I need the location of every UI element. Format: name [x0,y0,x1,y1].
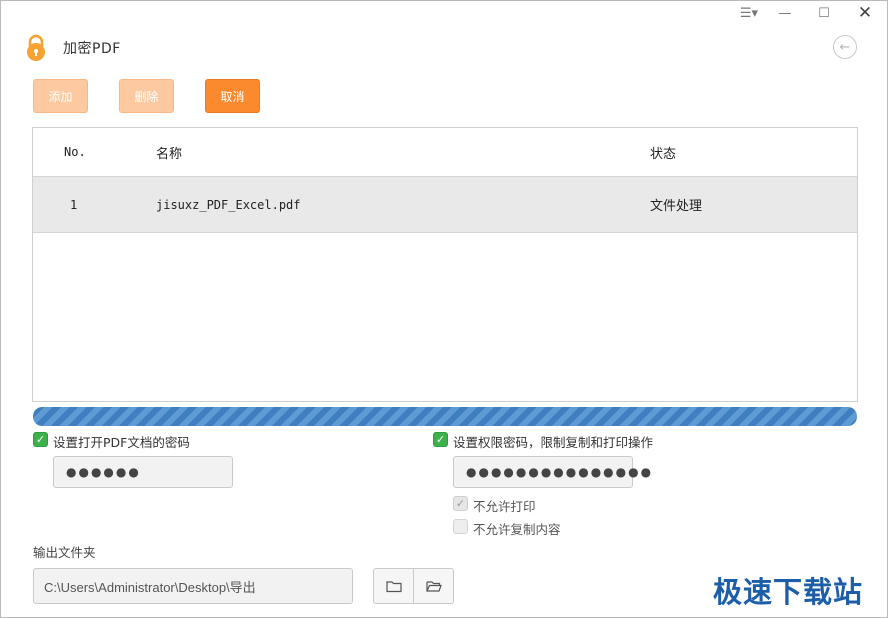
column-header-status: 状态 [650,146,677,162]
progress-fill [33,407,857,426]
browse-folder-button[interactable] [373,568,414,604]
open-password-label: 设置打开PDF文档的密码 [53,435,190,450]
app-title: 加密PDF [63,41,121,57]
close-button[interactable]: ✕ [851,3,879,23]
row-no: 1 [70,197,78,212]
folder-open-icon [425,581,442,592]
folder-icon [385,581,402,593]
table-row[interactable]: 1 jisuxz_PDF_Excel.pdf 文件处理 [33,177,857,233]
arrow-left-icon: ← [839,39,851,55]
menu-icon[interactable]: ☰▾ [734,3,764,23]
output-path-field[interactable]: C:\Users\Administrator\Desktop\导出 [33,568,353,604]
permission-password-label: 设置权限密码，限制复制和打印操作 [453,435,654,450]
app-window: ☰▾ — ☐ ✕ 加密PDF ← 添加 删除 取消 No. 名称 状态 1 ji… [0,0,888,618]
permission-password-field[interactable]: ●●●●●●●●●●●●●●● [453,456,651,488]
progress-bar [33,407,857,426]
no-copy-label: 不允许复制内容 [473,522,561,537]
file-table: No. 名称 状态 1 jisuxz_PDF_Excel.pdf 文件处理 [32,127,858,402]
add-button[interactable]: 添加 [33,79,88,113]
table-header: No. 名称 状态 [33,128,857,177]
open-password-field[interactable]: ●●●●●● [53,456,233,488]
no-copy-checkbox[interactable] [453,519,468,534]
row-file-name: jisuxz_PDF_Excel.pdf [156,197,301,212]
no-print-label: 不允许打印 [473,499,536,514]
watermark-logo: 极速下载站 [713,575,864,609]
back-button[interactable]: ← [833,35,857,59]
no-print-checkbox[interactable]: ✓ [453,496,468,511]
column-header-name: 名称 [156,146,183,162]
column-header-no: No. [64,145,86,159]
cancel-button[interactable]: 取消 [205,79,260,113]
permission-password-checkbox[interactable]: ✓ [433,432,448,447]
delete-button[interactable]: 删除 [119,79,174,113]
minimize-button[interactable]: — [771,3,799,23]
open-password-checkbox[interactable]: ✓ [33,432,48,447]
row-status: 文件处理 [650,199,703,214]
output-folder-label: 输出文件夹 [33,545,96,560]
open-folder-button[interactable] [413,568,454,604]
maximize-button[interactable]: ☐ [810,3,838,23]
lock-icon [27,34,45,61]
